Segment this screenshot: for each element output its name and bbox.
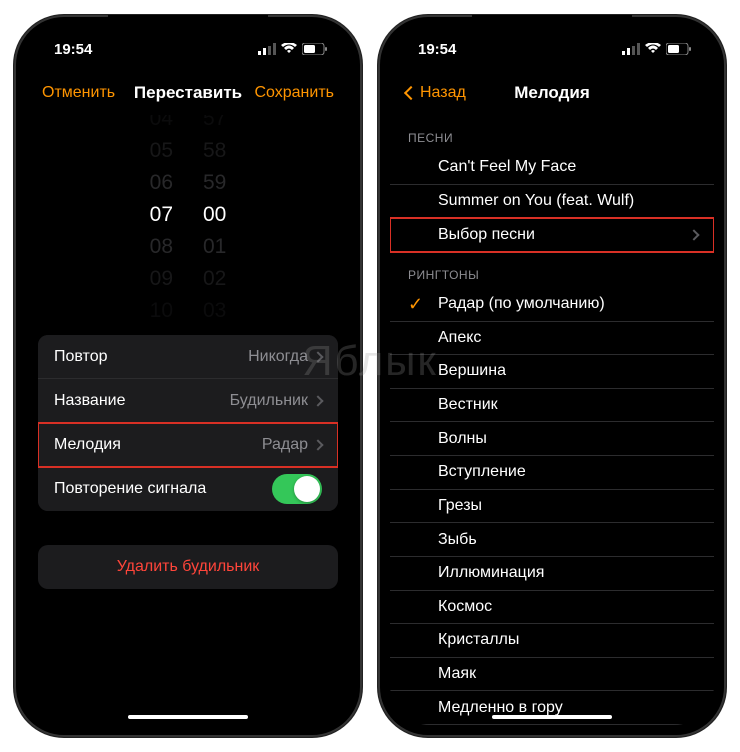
notch	[108, 15, 268, 43]
song-row[interactable]: Summer on You (feat. Wulf)	[390, 185, 714, 219]
ringtone-row[interactable]: Апекс	[390, 322, 714, 356]
wifi-icon	[281, 43, 297, 55]
phone-left: 19:54 Отменить Переставить Сохранить 04 …	[14, 15, 362, 737]
sound-row[interactable]: Мелодия Радар	[38, 423, 338, 467]
chevron-right-icon	[312, 439, 323, 450]
ringtone-row[interactable]: Маяк	[390, 658, 714, 692]
save-button[interactable]: Сохранить	[254, 84, 334, 102]
cellular-icon	[258, 43, 276, 55]
repeat-row[interactable]: Повтор Никогда	[38, 335, 338, 379]
hour-wheel[interactable]: 04 05 06 07 08 09 10	[150, 125, 173, 305]
song-row[interactable]: Can't Feel My Face	[390, 151, 714, 185]
ringtone-row[interactable]: Космос	[390, 591, 714, 625]
label-row[interactable]: Название Будильник	[38, 379, 338, 423]
cellular-icon	[622, 43, 640, 55]
ringtone-row[interactable]: Иллюминация	[390, 557, 714, 591]
wifi-icon	[645, 43, 661, 55]
chevron-right-icon	[312, 395, 323, 406]
check-icon: ✓	[408, 294, 423, 315]
ringtone-row[interactable]: ✓ Радар (по умолчанию)	[390, 288, 714, 322]
snooze-toggle[interactable]	[272, 474, 322, 504]
battery-icon	[302, 43, 328, 55]
ringtone-row[interactable]: Волны	[390, 422, 714, 456]
navbar: Отменить Переставить Сохранить	[26, 71, 350, 115]
songs-header: ПЕСНИ	[390, 115, 714, 151]
settings-group: Повтор Никогда Название Будильник Мелоди…	[38, 335, 338, 511]
status-time: 19:54	[418, 41, 456, 58]
ringtone-row[interactable]: Грезы	[390, 490, 714, 524]
status-icons	[258, 43, 328, 55]
ringtone-row[interactable]: Вступление	[390, 456, 714, 490]
ringtone-row[interactable]: Вестник	[390, 389, 714, 423]
navbar: Назад Мелодия	[390, 71, 714, 115]
back-button[interactable]: Назад	[406, 84, 466, 102]
battery-icon	[666, 43, 692, 55]
chevron-right-icon	[688, 229, 699, 240]
status-icons	[622, 43, 692, 55]
ringtone-row[interactable]: Медленно в гору	[390, 691, 714, 725]
chevron-right-icon	[312, 351, 323, 362]
phone-right: 19:54 Назад Мелодия ПЕСНИ Can't Feel My …	[378, 15, 726, 737]
minute-wheel[interactable]: 57 58 59 00 01 02 03	[203, 125, 226, 305]
home-indicator[interactable]	[128, 715, 248, 719]
time-picker[interactable]: 04 05 06 07 08 09 10 57 58 59 00 01	[26, 125, 350, 305]
status-time: 19:54	[54, 41, 92, 58]
snooze-row: Повторение сигнала	[38, 467, 338, 511]
cancel-button[interactable]: Отменить	[42, 84, 115, 102]
chevron-left-icon	[404, 86, 418, 100]
nav-title: Мелодия	[514, 83, 590, 103]
ringtones-header: РИНГТОНЫ	[390, 252, 714, 288]
delete-alarm-button[interactable]: Удалить будильник	[38, 545, 338, 589]
ringtone-row[interactable]: Зыбь	[390, 523, 714, 557]
nav-title: Переставить	[134, 83, 242, 103]
ringtone-row[interactable]: Вершина	[390, 355, 714, 389]
ringtone-row[interactable]: Кристаллы	[390, 624, 714, 658]
pick-song-row[interactable]: Выбор песни	[390, 218, 714, 252]
home-indicator[interactable]	[492, 715, 612, 719]
notch	[472, 15, 632, 43]
